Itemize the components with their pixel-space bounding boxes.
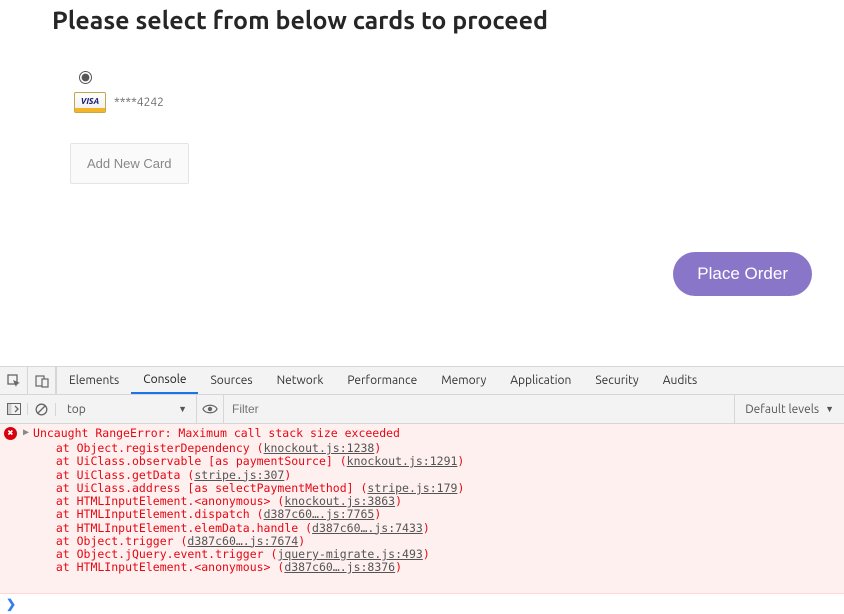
source-link[interactable]: d387c60….js:7674 — [187, 534, 298, 548]
chevron-down-icon: ▼ — [178, 404, 187, 414]
source-link[interactable]: d387c60….js:7433 — [312, 521, 423, 535]
clear-console-icon[interactable] — [28, 403, 56, 416]
devtools-panel: ElementsConsoleSourcesNetworkPerformance… — [0, 366, 844, 614]
stack-frame: at HTMLInputElement.<anonymous> (d387c60… — [0, 561, 844, 574]
error-message: Uncaught RangeError: Maximum call stack … — [33, 427, 400, 440]
live-expression-icon[interactable] — [196, 395, 224, 423]
add-new-card-button[interactable]: Add New Card — [70, 143, 189, 184]
visa-icon: VISA — [74, 92, 106, 113]
error-expand-caret[interactable]: ▶ — [23, 427, 29, 439]
source-link[interactable]: knockout.js:1238 — [264, 441, 375, 455]
source-link[interactable]: knockout.js:3863 — [284, 494, 395, 508]
devtools-tab-elements[interactable]: Elements — [57, 367, 131, 394]
devtools-tab-network[interactable]: Network — [265, 367, 336, 394]
devtools-tab-sources[interactable]: Sources — [198, 367, 264, 394]
console-filter-input[interactable] — [224, 398, 734, 420]
card-radio[interactable] — [79, 71, 92, 84]
inspect-element-icon[interactable] — [0, 367, 28, 394]
devtools-tab-audits[interactable]: Audits — [651, 367, 710, 394]
prompt-caret-icon: ❯ — [6, 597, 16, 611]
devtools-tabstrip: ElementsConsoleSourcesNetworkPerformance… — [0, 367, 844, 395]
execution-context-select[interactable]: top ▼ — [62, 400, 192, 419]
saved-cards-list: VISA ****4242 — [74, 68, 844, 113]
console-toolbar: top ▼ Default levels ▼ — [0, 395, 844, 424]
source-link[interactable]: jquery-migrate.js:493 — [277, 547, 422, 561]
source-link[interactable]: d387c60….js:8376 — [284, 560, 395, 574]
console-prompt[interactable]: ❯ — [0, 594, 844, 614]
chevron-down-icon: ▼ — [825, 404, 834, 414]
source-link[interactable]: knockout.js:1291 — [347, 454, 458, 468]
devtools-tab-performance[interactable]: Performance — [335, 367, 429, 394]
error-icon: ✖ — [4, 427, 17, 440]
place-order-button[interactable]: Place Order — [673, 252, 812, 296]
execution-context-label: top — [67, 403, 86, 416]
console-sidebar-toggle-icon[interactable] — [0, 403, 28, 415]
source-link[interactable]: d387c60….js:7765 — [264, 507, 375, 521]
devtools-tab-console[interactable]: Console — [131, 367, 198, 394]
log-levels-select[interactable]: Default levels ▼ — [734, 395, 844, 423]
source-link[interactable]: stripe.js:179 — [367, 481, 457, 495]
log-levels-label: Default levels — [745, 403, 819, 416]
source-link[interactable]: stripe.js:307 — [194, 468, 284, 482]
visa-brand-text: VISA — [81, 98, 100, 106]
devtools-tab-application[interactable]: Application — [498, 367, 583, 394]
device-toolbar-icon[interactable] — [28, 367, 56, 394]
devtools-tab-security[interactable]: Security — [583, 367, 650, 394]
page-heading: Please select from below cards to procee… — [0, 0, 844, 34]
card-masked-number: ****4242 — [114, 96, 164, 109]
console-output: ✖ ▶ Uncaught RangeError: Maximum call st… — [0, 424, 844, 594]
devtools-tab-memory[interactable]: Memory — [429, 367, 498, 394]
